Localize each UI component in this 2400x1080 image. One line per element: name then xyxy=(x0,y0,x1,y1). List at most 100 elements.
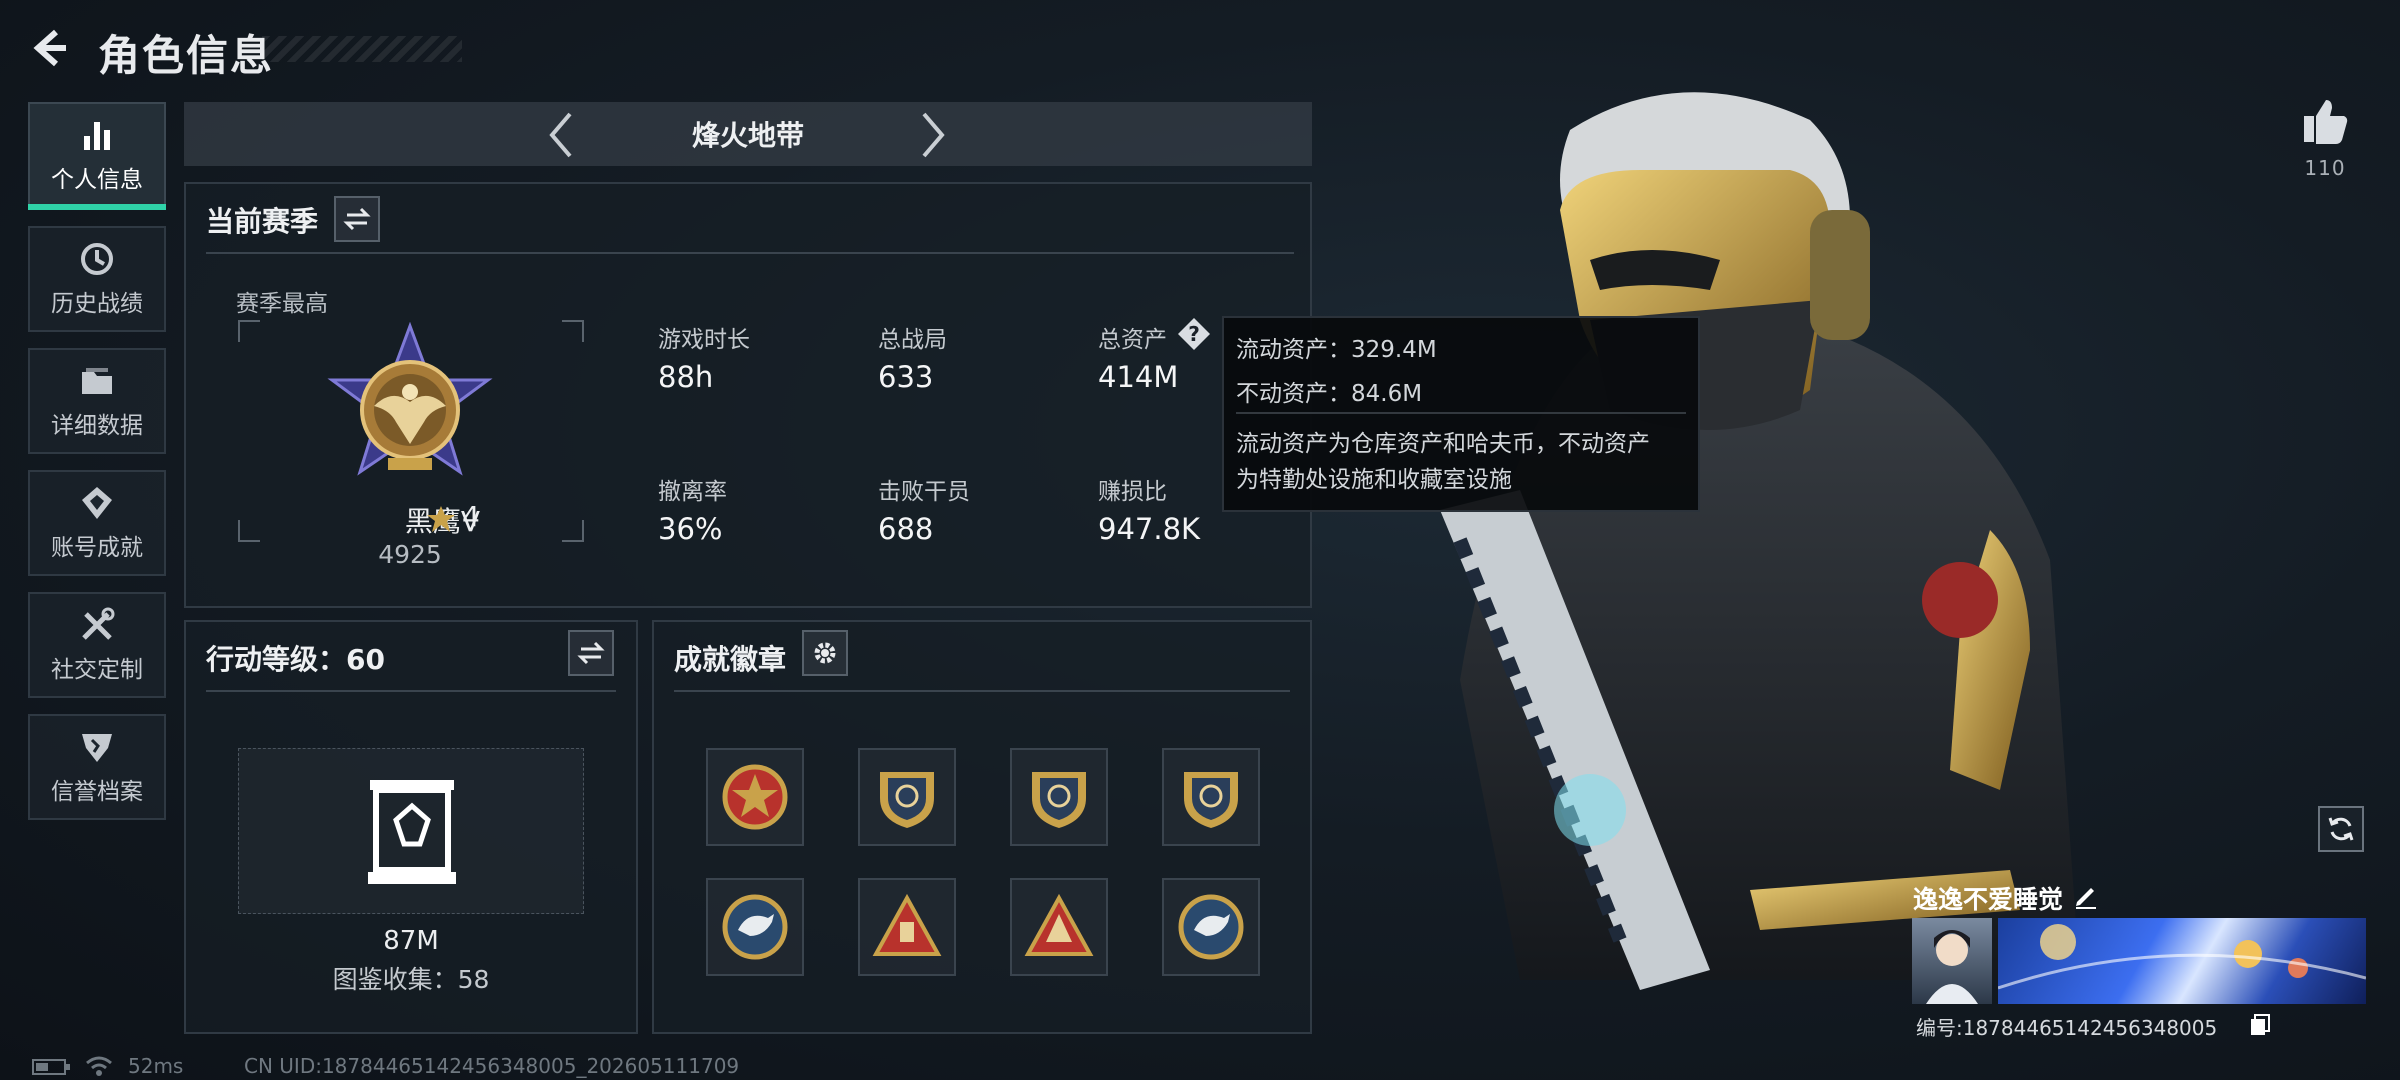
bar-chart-icon xyxy=(84,122,110,150)
divider xyxy=(206,690,616,692)
help-icon[interactable]: ? xyxy=(1176,316,1212,352)
action-level-switch-button[interactable] xyxy=(568,630,614,676)
achievement-icon xyxy=(82,487,112,519)
star-badge-icon xyxy=(722,764,788,830)
title-decoration xyxy=(262,36,462,62)
eagle-badge-icon xyxy=(722,894,788,960)
credit-shield-icon xyxy=(82,734,112,762)
rank-score: 4925 xyxy=(378,540,442,569)
collection-count: 图鉴收集：58 xyxy=(332,965,490,994)
collection-value: 87M xyxy=(383,926,439,956)
stat-label: 总资产 xyxy=(1098,327,1167,353)
achievement-badge[interactable] xyxy=(1010,878,1108,976)
sidebar-item-label: 历史战绩 xyxy=(51,291,143,317)
sidebar-item-label: 社交定制 xyxy=(51,657,143,683)
tooltip-description-line2: 为特勤处设施和收藏室设施 xyxy=(1236,467,1512,493)
achievement-badge[interactable] xyxy=(1162,878,1260,976)
season-switch-button[interactable] xyxy=(334,196,380,242)
avatar-portrait-icon xyxy=(1926,930,1978,1004)
stat-label: 总战局 xyxy=(878,327,947,353)
achievement-badge[interactable] xyxy=(706,748,804,846)
player-name: 逸逸不爱睡觉 xyxy=(1913,885,2064,914)
tooltip-liquid-assets: 流动资产：329.4M xyxy=(1236,337,1437,363)
stat-label: 赚损比 xyxy=(1098,479,1167,505)
like-count: 110 xyxy=(2304,156,2346,180)
achievement-badge[interactable] xyxy=(1162,748,1260,846)
stat-value: 36% xyxy=(658,512,723,546)
stat-value: 633 xyxy=(878,360,934,394)
swap-icon xyxy=(577,641,605,665)
collection-case-icon[interactable] xyxy=(366,776,458,886)
stat-label: 击败干员 xyxy=(878,479,970,505)
sidebar-item-label: 个人信息 xyxy=(51,167,143,193)
sidebar-item-label: 详细数据 xyxy=(51,413,143,439)
avatar[interactable] xyxy=(1912,918,1992,1004)
frame-corner xyxy=(562,320,584,342)
edit-pencil-icon[interactable] xyxy=(2072,882,2100,910)
sidebar-item-label: 账号成就 xyxy=(51,535,143,561)
uid-text: CN UID:18784465142456348005_202605111709 xyxy=(244,1054,740,1078)
player-id: 编号:1878446514245634800​5 xyxy=(1916,1016,2218,1040)
sidebar-item-credit[interactable]: 信誉档案 xyxy=(28,714,166,820)
divider xyxy=(206,252,1294,254)
copy-icon[interactable] xyxy=(2248,1012,2272,1036)
svg-text:?: ? xyxy=(1188,322,1200,346)
tooltip-description-line1: 流动资产为仓库资产和哈夫币，不动资产 xyxy=(1236,431,1650,457)
stat-value: 947.8K xyxy=(1098,512,1201,546)
divider xyxy=(674,690,1290,692)
achievement-badge[interactable] xyxy=(706,878,804,976)
shield-badge-icon xyxy=(1184,772,1238,828)
star-icon xyxy=(427,506,455,532)
achievement-badge[interactable] xyxy=(858,748,956,846)
sidebar-item-personal-info[interactable]: 个人信息 xyxy=(28,102,166,210)
shield-badge-icon xyxy=(880,772,934,828)
stat-label: 撤离率 xyxy=(658,479,727,505)
refresh-icon xyxy=(2328,817,2354,841)
frame-corner xyxy=(238,320,260,342)
thumbs-up-icon[interactable] xyxy=(2300,96,2350,146)
battery-icon xyxy=(32,1059,70,1075)
action-level-title: 行动等级：60 xyxy=(206,643,385,676)
planet-decoration-icon xyxy=(1998,924,2366,990)
achievement-settings-button[interactable] xyxy=(802,630,848,676)
gear-icon xyxy=(814,642,836,664)
frame-corner xyxy=(562,520,584,542)
folder-icon xyxy=(82,368,112,394)
sidebar-item-label: 信誉档案 xyxy=(51,779,143,805)
pyramid-badge-icon xyxy=(1024,893,1094,956)
ping-text: 52ms xyxy=(128,1054,184,1078)
achievement-title: 成就徽章 xyxy=(674,643,787,676)
rank-stars: 4 xyxy=(462,500,480,533)
wifi-icon xyxy=(86,1056,112,1076)
stat-value: 88h xyxy=(658,360,714,394)
achievement-badge[interactable] xyxy=(1010,748,1108,846)
rotate-button[interactable] xyxy=(2318,806,2364,852)
history-clock-icon xyxy=(81,243,113,275)
name-card-banner[interactable] xyxy=(1998,918,2366,1004)
shield-badge-icon xyxy=(1032,772,1086,828)
chevron-right-icon[interactable] xyxy=(910,108,954,162)
eagle-badge-icon xyxy=(1178,894,1244,960)
page-title: 角色信息 xyxy=(98,31,275,80)
season-title: 当前赛季 xyxy=(206,205,319,238)
pyramid-badge-icon xyxy=(872,893,942,956)
mode-name: 烽火地带 xyxy=(691,119,804,152)
stat-value: 414M xyxy=(1098,360,1179,394)
sidebar-item-detail-data[interactable]: 详细数据 xyxy=(28,348,166,454)
sidebar-item-achievements[interactable]: 账号成就 xyxy=(28,470,166,576)
stat-label: 游戏时长 xyxy=(658,327,750,353)
swap-icon xyxy=(343,207,371,231)
season-best-label: 赛季最高 xyxy=(236,291,328,317)
stat-value: 688 xyxy=(878,512,934,546)
tooltip-fixed-assets: 不动资产：84.6M xyxy=(1236,381,1423,407)
sidebar-item-social[interactable]: 社交定制 xyxy=(28,592,166,698)
chevron-left-icon[interactable] xyxy=(540,108,584,162)
divider xyxy=(1236,412,1686,414)
back-arrow-icon[interactable] xyxy=(26,26,70,70)
rank-name: 黑鹰Ⅴ xyxy=(340,500,480,540)
rank-emblem-icon xyxy=(327,322,493,476)
sidebar-item-history[interactable]: 历史战绩 xyxy=(28,226,166,332)
frame-corner xyxy=(238,520,260,542)
tools-icon xyxy=(82,607,115,640)
achievement-badge[interactable] xyxy=(858,878,956,976)
